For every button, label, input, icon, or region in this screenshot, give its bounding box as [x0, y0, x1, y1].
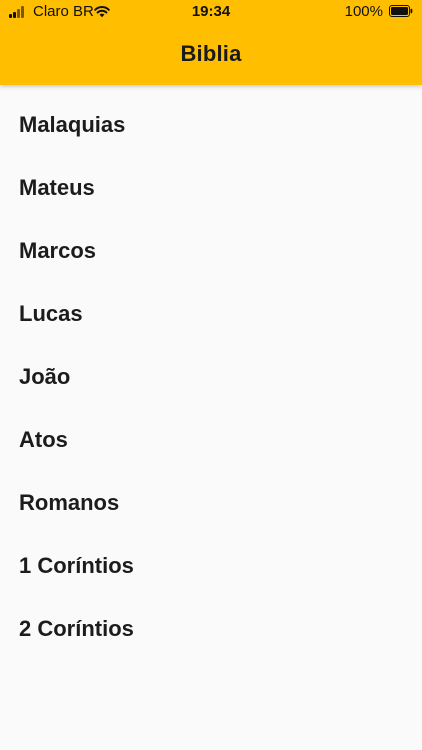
app-header: Claro BR 19:34 100% Biblia	[0, 0, 422, 85]
status-bar: Claro BR 19:34 100%	[0, 0, 422, 24]
book-list: Malaquias Mateus Marcos Lucas João Atos Romano…	[0, 93, 422, 660]
list-item-book[interactable]: Atos	[0, 408, 422, 471]
battery-icon	[389, 5, 413, 17]
list-item-book[interactable]: 1 Coríntios	[0, 534, 422, 597]
list-item-book[interactable]: Lucas	[0, 282, 422, 345]
list-item-book[interactable]: João	[0, 345, 422, 408]
list-item-book[interactable]: Malaquias	[0, 93, 422, 156]
list-item-book[interactable]: Romanos	[0, 471, 422, 534]
list-item-book[interactable]: Marcos	[0, 219, 422, 282]
list-item-book[interactable]: 2 Coríntios	[0, 597, 422, 660]
page-title: Biblia	[180, 41, 242, 66]
battery-percentage: 100%	[344, 3, 383, 20]
list-item-book[interactable]: Mateus	[0, 156, 422, 219]
